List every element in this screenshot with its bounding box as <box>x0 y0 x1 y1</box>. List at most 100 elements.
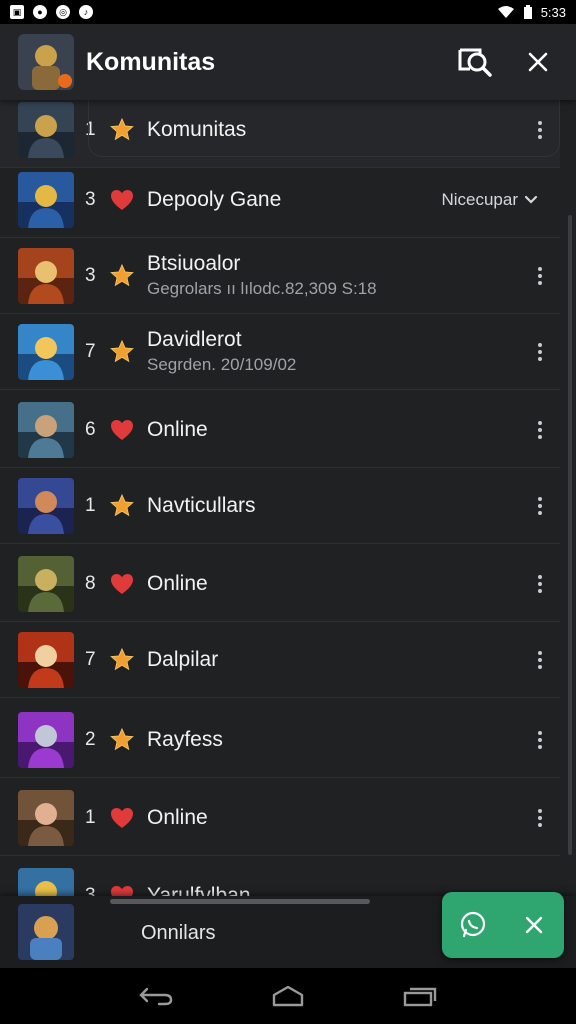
whatsapp-icon <box>460 911 485 938</box>
back-button[interactable] <box>126 976 186 1016</box>
close-icon <box>528 52 548 72</box>
more-options-button[interactable] <box>528 640 552 680</box>
item-dropdown[interactable]: Nicecupar <box>441 190 538 210</box>
wifi-icon <box>497 6 514 18</box>
list-item[interactable]: 1 Navticullars <box>0 468 560 544</box>
home-button[interactable] <box>258 976 318 1016</box>
more-options-button[interactable] <box>528 564 552 604</box>
status-time: 5:33 <box>540 4 566 20</box>
now-playing-label: Onnilars <box>141 922 216 944</box>
more-options-button[interactable] <box>528 256 552 296</box>
item-texts: Rayfess <box>147 728 528 752</box>
rank-number: 8 <box>85 572 96 594</box>
star-badge <box>109 263 135 289</box>
more-options-button[interactable] <box>528 798 552 838</box>
more-options-button[interactable] <box>528 332 552 372</box>
item-name: Online <box>147 805 208 829</box>
item-texts: Online <box>147 806 528 830</box>
chevron-down-icon <box>524 195 538 204</box>
recents-icon <box>403 987 437 1007</box>
item-texts: Online <box>147 572 528 596</box>
item-texts: Online <box>147 418 528 442</box>
list-item[interactable]: 7 Davidlerot Segrden. 20/109/02 <box>0 314 560 390</box>
search-icon <box>458 48 492 77</box>
heart-icon <box>111 189 133 210</box>
item-name: Btsiuoalor <box>147 251 241 275</box>
rank-number: 6 <box>85 418 96 440</box>
community-thumbnail <box>18 323 74 380</box>
whatsapp-button[interactable] <box>451 903 495 947</box>
item-subtitle: Segrden. 20/109/02 <box>147 354 297 374</box>
list-item[interactable]: 1 Online <box>0 780 560 856</box>
community-thumbnail <box>18 711 74 768</box>
star-icon <box>110 263 134 286</box>
progress-bar[interactable] <box>110 899 370 904</box>
item-texts: Navticullars <box>147 494 528 518</box>
rank-number: 1 <box>85 806 96 828</box>
star-icon <box>110 647 134 670</box>
more-options-button[interactable] <box>528 410 552 450</box>
item-name: Online <box>147 571 208 595</box>
rank-number: 1 <box>85 494 96 516</box>
settings-icon: ● <box>33 5 47 19</box>
community-thumbnail <box>18 247 74 304</box>
share-fab <box>442 892 564 958</box>
rank-number: 3 <box>85 264 96 286</box>
item-name: Komunitas <box>147 117 247 141</box>
list-item[interactable]: 3 Btsiuoalor Gegrolars ıı lılodc.82,309 S:… <box>0 238 560 314</box>
community-thumbnail <box>18 789 74 846</box>
item-subtitle: Gegrolars ıı lılodc.82,309 S:18 <box>147 278 377 298</box>
more-options-button[interactable] <box>528 486 552 526</box>
dismiss-button[interactable] <box>512 903 556 947</box>
scrollbar[interactable] <box>568 215 572 855</box>
rank-number: 3 <box>85 188 96 210</box>
list-item[interactable]: 8 Online <box>0 546 560 622</box>
tiktok-icon: ♪ <box>79 5 93 19</box>
community-thumbnail <box>18 101 74 158</box>
heart-icon <box>111 573 133 594</box>
community-list[interactable]: 1 Komunitas 3 Depooly Gane Nicecupar 3 Btsiuoa… <box>0 100 576 968</box>
back-icon <box>139 987 173 1006</box>
status-notifications: ▣ ● ◎ ♪ <box>10 5 93 19</box>
gallery-icon: ▣ <box>10 5 24 19</box>
close-icon <box>525 916 542 934</box>
heart-badge <box>109 187 135 213</box>
page-title: Komunitas <box>86 47 216 76</box>
star-badge <box>109 117 135 143</box>
star-badge <box>109 493 135 519</box>
more-options-button[interactable] <box>528 720 552 760</box>
heart-icon <box>111 807 133 828</box>
list-item[interactable]: 6 Online <box>0 392 560 468</box>
list-item[interactable]: 3 Depooly Gane Nicecupar <box>0 162 560 238</box>
community-thumbnail <box>18 631 74 688</box>
community-thumbnail <box>18 477 74 534</box>
recents-button[interactable] <box>390 976 450 1016</box>
app-header: Komunitas <box>0 24 576 100</box>
star-icon <box>110 727 134 750</box>
system-nav-bar <box>0 968 576 1024</box>
list-item[interactable]: 7 Dalpilar <box>0 622 560 698</box>
list-item[interactable]: 1 Komunitas <box>0 100 560 168</box>
list-item[interactable]: 2 Rayfess <box>0 702 560 778</box>
star-badge <box>109 339 135 365</box>
rank-number: 7 <box>85 340 96 362</box>
rank-number: 7 <box>85 648 96 670</box>
item-texts: Komunitas <box>147 118 528 142</box>
item-name: Rayfess <box>147 727 223 751</box>
rank-number: 2 <box>85 728 96 750</box>
heart-badge <box>109 571 135 597</box>
star-icon <box>110 493 134 516</box>
more-options-button[interactable] <box>528 110 552 150</box>
community-avatar[interactable] <box>18 34 74 90</box>
heart-badge <box>109 805 135 831</box>
item-name: Davidlerot <box>147 327 242 351</box>
heart-badge <box>109 417 135 443</box>
item-name: Dalpilar <box>147 647 219 671</box>
star-icon <box>110 117 134 140</box>
item-name: Online <box>147 417 208 441</box>
star-icon <box>110 339 134 362</box>
search-button[interactable] <box>456 42 496 82</box>
item-texts: Depooly Gane <box>147 188 441 212</box>
messenger-icon: ◎ <box>56 5 70 19</box>
close-button[interactable] <box>518 42 558 82</box>
